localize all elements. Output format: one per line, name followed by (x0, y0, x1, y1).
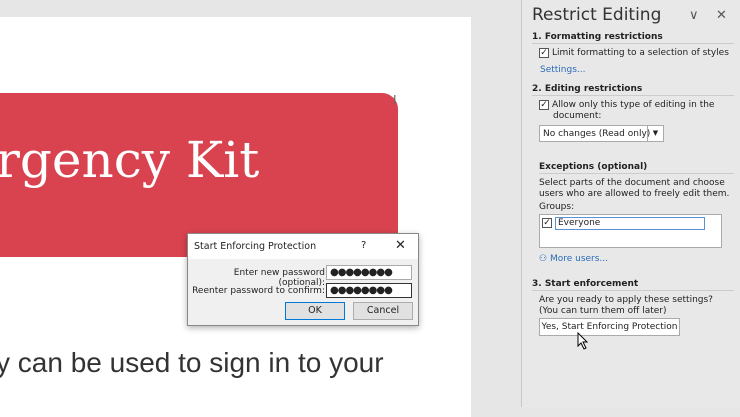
close-icon[interactable]: ✕ (716, 8, 727, 23)
users-icon: ⚇ (539, 254, 550, 264)
enforcement-heading: 3. Start enforcement (532, 279, 734, 291)
more-users-label: More users... (549, 254, 609, 264)
close-icon[interactable]: ✕ (395, 238, 406, 253)
start-enforcing-dialog: Start Enforcing Protection ? ✕ Enter new… (187, 233, 419, 326)
banner-title: rgency Kit (0, 131, 260, 189)
more-users-link[interactable]: ⚇ More users... (539, 254, 734, 265)
help-button[interactable]: ? (361, 240, 366, 251)
body-text: y can be used to sign in to your (0, 347, 384, 378)
confirm-password-input[interactable]: ●●●●●●●● (326, 283, 412, 298)
mouse-pointer-icon (577, 332, 589, 350)
group-everyone[interactable]: Everyone (555, 217, 705, 230)
restrict-editing-panel: Restrict Editing ∨ ✕ 1. Formatting restr… (521, 0, 740, 407)
formatting-heading: 1. Formatting restrictions (532, 32, 734, 44)
groups-list[interactable]: ✓ Everyone (539, 214, 722, 248)
allow-only-label: Allow only this type of editing in the d… (552, 100, 715, 121)
dropdown-arrow-icon[interactable]: ▼ (647, 126, 663, 141)
editing-heading: 2. Editing restrictions (532, 84, 734, 96)
editing-type-value: No changes (Read only) (543, 129, 651, 139)
limit-formatting-label: Limit formatting to a selection of style… (552, 48, 729, 58)
new-password-input[interactable]: ●●●●●●●● (326, 265, 412, 280)
chevron-down-icon[interactable]: ∨ (689, 8, 699, 23)
limit-formatting-checkbox[interactable]: ✓ Limit formatting to a selection of styl… (539, 48, 734, 59)
new-password-label: Enter new password (optional): (233, 268, 325, 288)
confirm-password-label: Reenter password to confirm: (192, 286, 325, 296)
panel-title: Restrict Editing (532, 5, 662, 25)
groups-label: Groups: (539, 202, 575, 212)
checkbox-icon: ✓ (539, 48, 549, 58)
settings-link[interactable]: Settings... (540, 65, 735, 76)
editing-type-select[interactable]: No changes (Read only) ▼ (539, 125, 664, 142)
cancel-button[interactable]: Cancel (353, 302, 413, 320)
text-cursor-icon: I (393, 93, 397, 107)
checkbox-icon: ✓ (539, 100, 549, 110)
allow-only-checkbox[interactable]: ✓ Allow only this type of editing in the … (539, 100, 734, 122)
enforcement-description: Are you ready to apply these settings? (… (539, 295, 713, 316)
exceptions-heading: Exceptions (optional) (539, 162, 734, 174)
exceptions-description: Select parts of the document and choose … (539, 178, 730, 199)
ok-button[interactable]: OK (285, 302, 345, 320)
everyone-checkbox[interactable]: ✓ (542, 218, 552, 228)
dialog-title: Start Enforcing Protection (188, 234, 418, 259)
start-enforcing-button[interactable]: Yes, Start Enforcing Protection (539, 318, 680, 336)
